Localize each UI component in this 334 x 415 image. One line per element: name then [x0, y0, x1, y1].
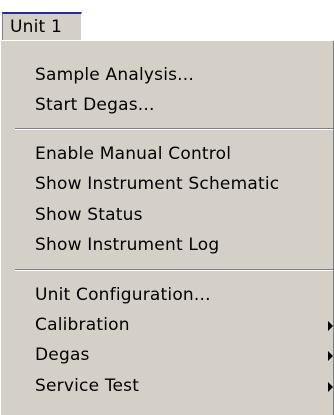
submenu-arrow-icon: [328, 321, 333, 331]
menu-item-label: Enable Manual Control: [35, 144, 232, 164]
menu-item-sample-analysis[interactable]: Sample Analysis...: [1, 61, 331, 91]
menu-item-start-degas[interactable]: Start Degas...: [1, 91, 331, 121]
submenu-arrow-icon: [328, 382, 333, 392]
menu-item-show-status[interactable]: Show Status: [1, 201, 331, 231]
menu-item-label: Show Instrument Log: [35, 235, 220, 255]
menu-item-degas[interactable]: Degas: [1, 341, 333, 371]
menubar-unit-1[interactable]: Unit 1: [2, 12, 82, 40]
menu-item-label: Service Test: [35, 376, 140, 396]
menu-item-calibration[interactable]: Calibration: [1, 311, 333, 341]
menubar-unit-1-label: Unit 1: [10, 17, 63, 37]
menu-item-label: Unit Configuration...: [35, 285, 211, 305]
menu-item-label: Sample Analysis...: [35, 65, 194, 85]
menu-item-service-test[interactable]: Service Test: [1, 372, 333, 402]
menu-item-show-instrument-log[interactable]: Show Instrument Log: [1, 231, 331, 261]
screenshot-stage: Unit 1 Sample Analysis... Start Degas...…: [0, 0, 334, 415]
menu-item-label: Show Instrument Schematic: [35, 174, 280, 194]
submenu-arrow-icon: [328, 351, 333, 361]
menu-item-enable-manual-control[interactable]: Enable Manual Control: [1, 140, 331, 170]
menu-item-label: Show Status: [35, 205, 143, 225]
menu-separator: [15, 128, 333, 130]
menu-separator: [15, 269, 333, 271]
menu-item-label: Degas: [35, 345, 90, 365]
menu-item-label: Start Degas...: [35, 95, 155, 115]
menu-item-label: Calibration: [35, 315, 130, 335]
menu-item-unit-configuration[interactable]: Unit Configuration...: [1, 281, 331, 311]
menu-item-show-instrument-schematic[interactable]: Show Instrument Schematic: [1, 170, 331, 200]
unit-dropdown-menu: Sample Analysis... Start Degas... Enable…: [0, 40, 334, 415]
